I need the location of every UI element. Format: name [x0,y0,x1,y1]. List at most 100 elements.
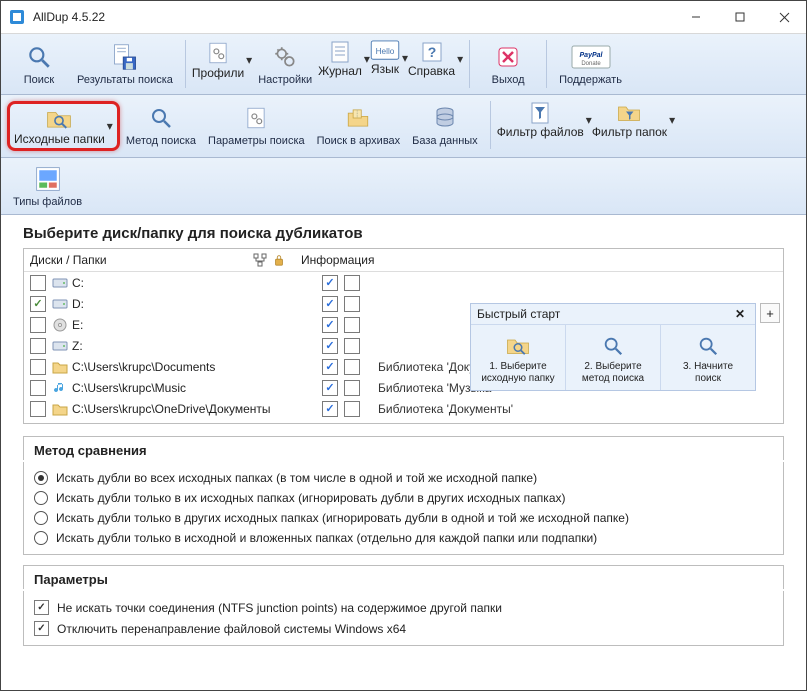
subfolder-checkbox[interactable] [322,338,338,354]
disk-row[interactable]: C:\Users\krupc\OneDrive\Документы Библиот… [30,398,777,419]
checkbox-icon [34,600,49,615]
checkbox-icon [30,359,46,375]
file-types-icon [34,165,62,193]
radio-icon [34,491,48,505]
subfolder-checkbox[interactable] [322,317,338,333]
close-button[interactable] [762,1,806,33]
quick-start-close[interactable]: ✕ [731,307,749,321]
lock-icon[interactable] [273,254,285,266]
subfolder-checkbox[interactable] [322,401,338,417]
drive-icon [52,401,68,417]
compare-method-group: Искать дубли во всех исходных папках (в … [23,462,784,555]
minimize-button[interactable] [674,1,718,33]
journal-button[interactable]: Журнал ▾ [318,40,370,78]
lock-checkbox[interactable] [344,317,360,333]
compare-option-2[interactable]: Искать дубли только в их исходных папках… [34,488,773,508]
lock-checkbox[interactable] [344,296,360,312]
quick-start-step-3[interactable]: 3. Начнитепоиск [661,325,755,390]
disk-path: Z: [72,339,322,353]
radio-icon [34,471,48,485]
subfolder-checkbox[interactable] [322,359,338,375]
chevron-down-icon: ▾ [669,113,675,127]
lock-checkbox[interactable] [344,338,360,354]
column-disks: Диски / Папки [30,253,107,267]
language-button[interactable]: Язык ▾ [370,40,408,76]
archive-icon [344,105,372,131]
checkbox-icon [30,275,46,291]
checkbox-icon [30,401,46,417]
main-toolbar: Поиск Результаты поиска Профили ▾ Настро… [1,34,806,95]
archive-search-button[interactable]: Поиск в архивах [313,101,405,149]
param-disable-redirect[interactable]: Отключить перенаправление файловой систе… [34,618,773,639]
database-icon [433,106,457,130]
exit-icon [496,45,520,69]
compare-option-4[interactable]: Искать дубли только в исходной и вложенн… [34,528,773,548]
help-icon [420,40,444,64]
disk-path: C:\Users\krupc\Music [72,381,322,395]
file-types-button[interactable]: Типы файлов [9,162,86,210]
doc-search-icon [149,106,173,130]
drive-icon [52,338,68,354]
quick-start-title: Быстрый старт [477,307,560,321]
title-bar: AllDup 4.5.22 [1,1,806,34]
compare-method-title: Метод сравнения [23,436,784,460]
disk-path: C: [72,276,322,290]
file-filter-button[interactable]: Фильтр файлов ▾ [497,101,592,139]
results-button[interactable]: Результаты поиска [73,40,177,88]
database-button[interactable]: База данных [408,101,482,149]
lock-checkbox[interactable] [344,359,360,375]
folder-filter-button[interactable]: Фильтр папок ▾ [592,101,675,139]
settings-button[interactable]: Настройки [254,40,316,88]
disk-path: C:\Users\krupc\OneDrive\Документы [72,402,322,416]
window-title: AllDup 4.5.22 [33,10,674,24]
maximize-button[interactable] [718,1,762,33]
quick-start-step-2[interactable]: 2. Выберитеметод поиска [566,325,661,390]
results-icon [111,43,139,71]
magnifier-icon [26,44,52,70]
add-folder-button[interactable]: + [760,303,780,323]
secondary-toolbar: Исходные папки ▾ Метод поиска Параметры … [1,95,806,158]
column-info: Информация [301,253,374,267]
lock-checkbox[interactable] [344,380,360,396]
params-group: Не искать точки соединения (NTFS junctio… [23,591,784,646]
compare-option-3[interactable]: Искать дубли только в других исходных па… [34,508,773,528]
checkbox-icon [34,621,49,636]
subfolder-checkbox[interactable] [322,275,338,291]
checkbox-icon [30,296,46,312]
profiles-button[interactable]: Профили ▾ [192,40,252,80]
lock-checkbox[interactable] [344,401,360,417]
drive-icon [52,317,68,333]
separator [469,40,470,88]
folder-search-icon [44,106,74,132]
paypal-icon [571,45,611,69]
disk-info: Библиотека 'Документы' [366,402,777,416]
search-method-button[interactable]: Метод поиска [122,101,200,149]
quick-start-panel: Быстрый старт ✕ 1. Выберитеисходную папк… [470,303,756,391]
quick-start-step-1[interactable]: 1. Выберитеисходную папку [471,325,566,390]
exit-button[interactable]: Выход [478,40,538,88]
compare-option-1[interactable]: Искать дубли во всех исходных папках (в … [34,468,773,488]
support-button[interactable]: Поддержать [555,40,626,88]
doc-gear-icon [243,105,269,131]
app-icon [9,9,25,25]
doc-search-icon [602,335,624,357]
folder-filter-icon [615,101,643,125]
subfolder-checkbox[interactable] [322,296,338,312]
journal-icon [328,40,352,64]
drive-icon [52,380,68,396]
disk-row[interactable]: C: [30,272,777,293]
source-folders-button[interactable]: Исходные папки ▾ [14,106,113,146]
radio-icon [34,531,48,545]
search-params-button[interactable]: Параметры поиска [204,101,309,149]
tree-icon[interactable] [253,253,267,267]
help-button[interactable]: Справка ▾ [408,40,463,78]
lock-checkbox[interactable] [344,275,360,291]
param-ntfs-junction[interactable]: Не искать точки соединения (NTFS junctio… [34,597,773,618]
magnifier-icon [697,335,719,357]
chevron-down-icon: ▾ [246,53,252,67]
search-button[interactable]: Поиск [9,40,69,88]
hello-icon [370,40,400,62]
subfolder-checkbox[interactable] [322,380,338,396]
drive-icon [52,296,68,312]
drive-icon [52,359,68,375]
